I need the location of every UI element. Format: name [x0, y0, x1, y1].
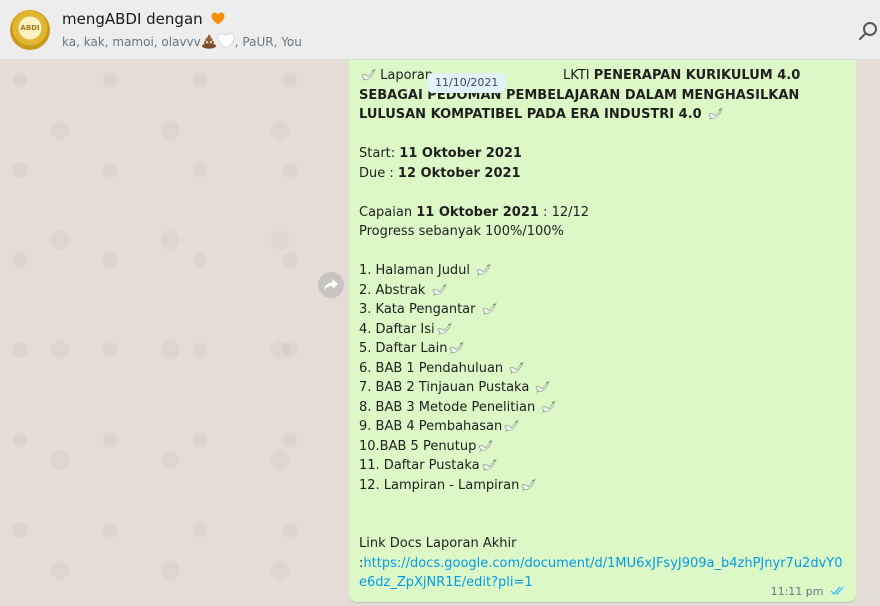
- poop-emoji: [201, 34, 216, 49]
- dove-emoji: [437, 322, 452, 335]
- double-check-icon: [830, 586, 844, 596]
- chat-area[interactable]: Laporan Progress Penulisan LKTI PENERAPA…: [0, 60, 880, 606]
- link-label: Link Docs Laporan Akhir: [359, 536, 517, 551]
- checklist-item: 3. Kata Pengantar: [359, 300, 849, 320]
- checklist-item-label: 8. BAB 3 Metode Penelitian: [359, 399, 540, 415]
- chat-title-text: mengABDI dengan: [62, 10, 203, 28]
- orange-heart-emoji: [211, 12, 225, 25]
- start-value: 11 Oktober 2021: [399, 146, 522, 161]
- checklist-item-label: 4. Daftar Isi: [359, 321, 435, 337]
- dove-emoji: [535, 380, 551, 393]
- checklist-item-label: 10.BAB 5 Penutup: [359, 438, 477, 454]
- checklist-item: 6. BAB 1 Pendahuluan: [359, 359, 849, 379]
- dove-emoji: [361, 68, 376, 81]
- message-time: 11:11 pm: [770, 585, 824, 598]
- message-meta: 11:11 pm: [771, 585, 846, 598]
- checklist-item-label: 12. Lampiran - Lampiran: [359, 477, 520, 493]
- start-line: Start: 11 Oktober 2021: [359, 144, 849, 164]
- dove-emoji: [432, 283, 447, 296]
- checklist-item-label: 11. Daftar Pustaka: [359, 458, 480, 473]
- dove-emoji: [708, 107, 723, 120]
- dove-emoji: [482, 458, 497, 471]
- checklist-item: 12. Lampiran - Lampiran: [359, 476, 849, 496]
- intro-mid: LKTI: [558, 68, 594, 83]
- dove-emoji: [482, 302, 497, 315]
- message-bubble[interactable]: Laporan Progress Penulisan LKTI PENERAPA…: [349, 60, 856, 602]
- participants-suffix: , PaUR, You: [234, 35, 302, 49]
- checklist-item-label: 7. BAB 2 Tinjauan Pustaka: [359, 380, 534, 395]
- checklist-item-label: 6. BAB 1 Pendahuluan: [359, 360, 508, 376]
- forward-button[interactable]: [318, 272, 344, 298]
- white-heart-emoji: [217, 33, 235, 49]
- checklist-item: 8. BAB 3 Metode Penelitian: [359, 398, 849, 418]
- checklist-item: 2. Abstrak: [359, 281, 849, 301]
- due-line: Due : 12 Oktober 2021: [359, 164, 849, 184]
- capaian-line: Capaian 11 Oktober 2021 : 12/12: [359, 203, 849, 223]
- due-value: 12 Oktober 2021: [397, 165, 521, 181]
- dove-emoji: [449, 341, 465, 354]
- chat-title[interactable]: mengABDI dengan: [62, 10, 225, 28]
- capaian-label: Capaian: [359, 204, 417, 220]
- progress-line: Progress sebanyak 100%/100%: [359, 224, 564, 239]
- checklist-item-label: 3. Kata Pengantar: [359, 302, 480, 317]
- checklist-item: 5. Daftar Lain: [359, 339, 849, 359]
- checklist-item: 1. Halaman Judul: [359, 261, 849, 281]
- checklist-item-label: 9. BAB 4 Pembahasan: [359, 419, 503, 434]
- forward-icon: [324, 279, 338, 291]
- dove-emoji: [476, 263, 491, 276]
- checklist-item: 9. BAB 4 Pembahasan: [359, 417, 849, 437]
- avatar-logo-text: ABDI: [20, 24, 40, 32]
- intro-prefix: Laporan: [380, 68, 434, 83]
- checklist-item: 4. Daftar Isi: [359, 320, 849, 340]
- checklist: 1. Halaman Judul 2. Abstrak 3. Kata Peng…: [359, 261, 849, 495]
- checklist-item-label: 2. Abstrak: [359, 282, 430, 298]
- dove-emoji: [504, 419, 519, 432]
- checklist-item: 7. BAB 2 Tinjauan Pustaka: [359, 378, 849, 398]
- chat-header[interactable]: ABDI mengABDI dengan ka, kak, mamoi, ola…: [0, 0, 880, 60]
- due-label: Due :: [359, 165, 398, 181]
- dove-emoji: [478, 439, 494, 452]
- capaian-date: 11 Oktober 2021: [416, 204, 539, 220]
- checklist-item-label: 5. Daftar Lain: [359, 341, 448, 356]
- checklist-item: 10.BAB 5 Penutup: [359, 437, 849, 457]
- checklist-item-label: 1. Halaman Judul: [359, 263, 475, 278]
- dove-emoji: [521, 478, 537, 491]
- participants-prefix: ka, kak, mamoi, olavvv: [62, 35, 201, 49]
- search-icon[interactable]: [858, 20, 880, 42]
- checklist-item: 11. Daftar Pustaka: [359, 456, 849, 476]
- start-label: Start:: [359, 146, 400, 161]
- message-text: Laporan Progress Penulisan LKTI PENERAPA…: [359, 66, 849, 593]
- date-badge: 11/10/2021: [427, 73, 507, 93]
- dove-emoji: [509, 361, 524, 374]
- participants-list: ka, kak, mamoi, olavvv , PaUR, You: [62, 33, 302, 49]
- dove-emoji: [541, 400, 557, 413]
- capaian-value: : 12/12: [538, 204, 590, 220]
- group-avatar[interactable]: ABDI: [10, 10, 50, 50]
